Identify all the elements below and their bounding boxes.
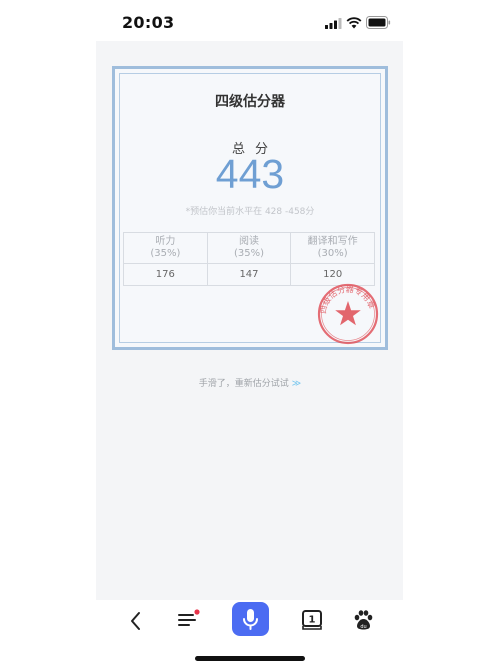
score-range-estimate: *预估你当前水平在 428 -458分 [185,207,315,217]
header-listening: 听力 (35%) [123,232,208,264]
back-chevron-icon[interactable] [124,609,148,633]
header-reading: 阅读 (35%) [206,232,292,264]
score-card: 四级估分器 总分 443 *预估你当前水平在 428 -458分 听力 (35%… [112,66,388,350]
section-score-table: 听力 (35%) 阅读 (35%) 翻译和写作 (30%) 176 147 12… [123,232,375,286]
header-weight: (35%) [233,248,264,259]
header-label: 翻译和写作 [307,236,358,247]
svg-text:du: du [360,624,366,630]
battery-icon [366,16,391,29]
signal-icon [325,18,342,29]
paw-icon[interactable]: du [351,608,375,632]
home-indicator [195,656,305,661]
double-chevron-right-icon: ≫ [291,379,301,389]
svg-text:1: 1 [309,615,316,626]
voice-input-button[interactable] [232,602,269,636]
total-score-value: 443 [215,151,285,197]
microphone-icon [243,609,258,630]
header-translation-writing: 翻译和写作 (30%) [290,232,375,264]
header-weight: (35%) [150,248,181,259]
status-bar: 20:03 [0,0,500,44]
card-title: 四级估分器 [215,94,285,110]
retry-label: 手滑了，重新估分试试 [198,379,289,389]
header-label: 听力 [155,236,176,247]
wifi-icon [346,17,362,29]
retry-estimate-link[interactable]: 手滑了，重新估分试试 ≫ [96,376,403,389]
header-weight: (30%) [317,248,348,259]
score-reading: 147 [206,263,292,286]
table-header-row: 听力 (35%) 阅读 (35%) 翻译和写作 (30%) [123,232,375,264]
official-stamp: 四级估分器专用章 [317,283,379,345]
status-time: 20:03 [122,13,175,32]
menu-icon[interactable] [176,608,202,632]
header-label: 阅读 [238,236,259,247]
tab-switcher-icon[interactable]: 1 [299,608,325,632]
score-listening: 176 [123,263,208,286]
